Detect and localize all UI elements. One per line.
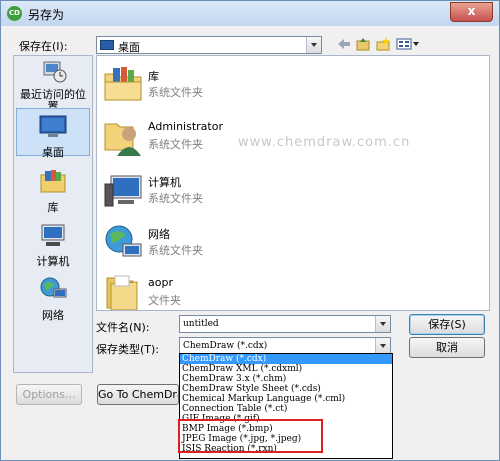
options-button[interactable]: Options... <box>16 384 82 405</box>
place-library[interactable]: 库 <box>16 168 90 215</box>
recent-places-icon <box>43 61 67 83</box>
filename-label: 文件名(N): <box>96 321 150 334</box>
place-library-label: 库 <box>47 201 59 214</box>
file-name: 计算机 <box>148 176 181 189</box>
file-name: aopr <box>148 276 173 289</box>
cancel-button[interactable]: 取消 <box>409 337 485 358</box>
file-list[interactable]: 库 系统文件夹 Administrator 系统文件夹 计算机 系统文件夹 网络… <box>96 55 490 311</box>
desktop-icon <box>39 115 67 137</box>
file-name: 库 <box>148 70 159 83</box>
title-bar: CD 另存为 x <box>1 1 499 26</box>
computer-icon <box>41 224 65 246</box>
place-recent[interactable]: 最近访问的位置 <box>16 58 90 113</box>
place-network-label: 网络 <box>42 309 64 322</box>
save-in-label: 保存在(I): <box>19 40 68 53</box>
back-arrow-icon[interactable] <box>337 37 351 51</box>
watermark: www.chemdraw.com.cn <box>238 135 411 150</box>
chemdraw-app-icon: CD <box>7 6 22 21</box>
computer-large-icon <box>104 175 142 207</box>
place-desktop-label: 桌面 <box>42 146 64 159</box>
list-item[interactable]: aopr 文件夹 <box>101 268 481 310</box>
save-button[interactable]: 保存(S) <box>409 314 485 335</box>
file-type: 系统文件夹 <box>148 86 203 99</box>
filetype-value: ChemDraw (*.cdx) <box>183 341 268 351</box>
chevron-down-icon[interactable] <box>375 338 390 354</box>
place-computer[interactable]: 计算机 <box>16 222 90 269</box>
filetype-option[interactable]: Chemical Markup Language (*.cml) <box>180 394 392 404</box>
filename-input[interactable]: untitled <box>179 315 391 333</box>
place-desktop[interactable]: 桌面 <box>16 108 90 159</box>
filetype-option[interactable]: Connection Table (*.ct) <box>180 404 392 414</box>
save-in-value: 桌面 <box>118 41 140 54</box>
desktop-small-icon <box>100 40 114 50</box>
highlight-box <box>178 419 323 453</box>
filetype-option[interactable]: ChemDraw (*.cdx) <box>180 354 392 364</box>
save-as-dialog: CD 另存为 x 保存在(I): 桌面 最近访问的位置 桌面 库 计算机 网络 … <box>0 0 500 461</box>
list-item[interactable]: 网络 系统文件夹 <box>101 218 481 268</box>
place-network[interactable]: 网络 <box>16 276 90 323</box>
filetype-option[interactable]: ChemDraw Style Sheet (*.cds) <box>180 384 392 394</box>
list-item[interactable]: 库 系统文件夹 <box>101 60 481 110</box>
chevron-down-icon[interactable] <box>306 37 321 53</box>
save-in-combo[interactable]: 桌面 <box>96 36 322 54</box>
file-type: 系统文件夹 <box>148 138 203 151</box>
chevron-down-icon[interactable] <box>375 316 390 332</box>
places-bar: 最近访问的位置 桌面 库 计算机 网络 <box>13 55 93 373</box>
close-button[interactable]: x <box>450 2 493 22</box>
file-name: 网络 <box>148 228 170 241</box>
network-icon <box>40 277 67 298</box>
user-folder-icon <box>104 123 141 156</box>
goto-chemdraw-button[interactable]: Go To ChemDraw <box>97 384 179 405</box>
library-folder-icon <box>104 67 142 101</box>
filename-value: untitled <box>183 319 219 329</box>
new-folder-icon[interactable] <box>376 37 390 51</box>
filetype-option[interactable]: ChemDraw 3.x (*.chm) <box>180 374 392 384</box>
file-type: 系统文件夹 <box>148 192 203 205</box>
filetype-option[interactable]: ChemDraw XML (*.cdxml) <box>180 364 392 374</box>
dialog-title: 另存为 <box>28 8 65 22</box>
list-item[interactable]: 计算机 系统文件夹 <box>101 166 481 216</box>
file-type: 文件夹 <box>148 294 181 307</box>
file-name: Administrator <box>148 120 223 133</box>
place-computer-label: 计算机 <box>36 255 70 268</box>
file-type: 系统文件夹 <box>148 244 203 257</box>
view-menu-icon[interactable] <box>396 37 420 51</box>
library-icon <box>40 170 66 193</box>
folder-icon <box>106 275 138 310</box>
up-folder-icon[interactable] <box>356 37 370 51</box>
filetype-label: 保存类型(T): <box>96 343 160 356</box>
network-large-icon <box>105 225 142 257</box>
